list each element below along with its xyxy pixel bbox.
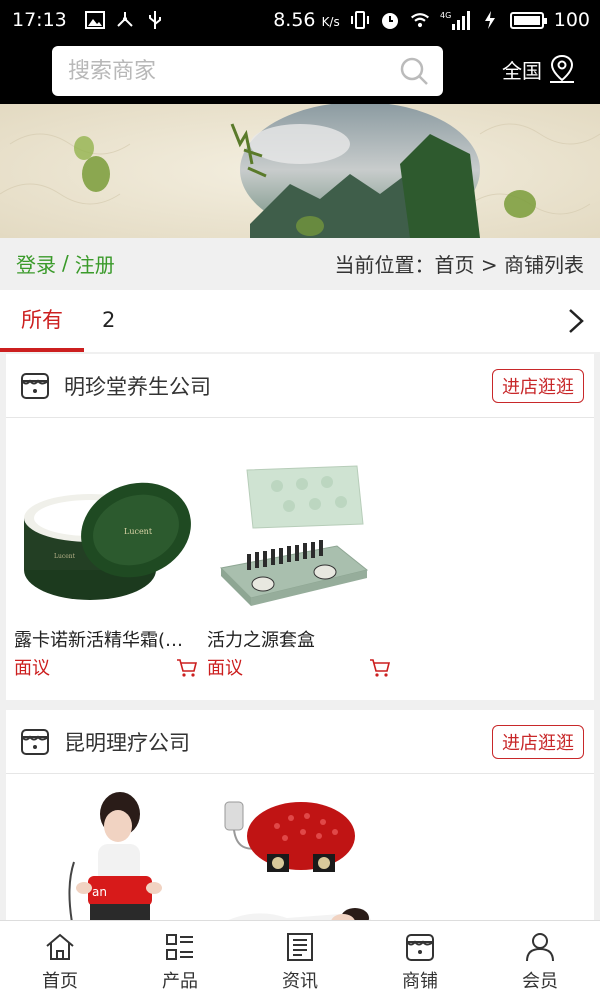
status-time: 17:13	[12, 9, 67, 31]
nav-label: 会员	[522, 971, 558, 992]
svg-text:Lucent: Lucent	[54, 553, 76, 560]
store-icon	[21, 728, 49, 755]
nav-label: 产品	[162, 971, 198, 992]
chevron-right-icon[interactable]	[564, 306, 588, 336]
network-speed: 8.56 K/s	[273, 9, 340, 31]
battery-level: 100	[553, 9, 590, 31]
shop-icon	[406, 934, 434, 961]
nav-item-shops[interactable]: 商铺	[360, 921, 480, 1000]
category-tabs: 所有 2	[0, 290, 600, 352]
search-icon[interactable]	[399, 56, 429, 86]
wifi-icon	[410, 10, 430, 30]
svg-text:an: an	[92, 885, 107, 899]
network-speed-value: 8.56	[273, 9, 316, 31]
nav-label: 首页	[42, 971, 78, 992]
network-type-label: 4G	[440, 11, 451, 20]
share-icon	[115, 10, 135, 30]
product-image: an	[68, 792, 162, 920]
shop-name[interactable]: 明珍堂养生公司	[64, 371, 211, 401]
charging-icon	[480, 10, 500, 30]
product-card[interactable]: Lucent Lucent 露卡诺新活精华霜(… 面议	[14, 458, 204, 680]
usb-icon	[145, 10, 165, 30]
product-image: Lucent Lucent	[24, 482, 191, 600]
product-name: 活力之源套盒	[207, 630, 315, 651]
register-link[interactable]: 注册	[75, 249, 115, 278]
signal-icon: 4G	[440, 10, 470, 30]
promo-banner[interactable]	[0, 104, 600, 238]
product-image	[224, 801, 371, 920]
nav-item-news[interactable]: 资讯	[240, 921, 360, 1000]
status-left: 17:13	[12, 9, 165, 31]
breadcrumb: 当前位置：首页 > 商铺列表	[334, 252, 584, 277]
shop-card: 昆明理疗公司 进店逛逛 an	[6, 710, 594, 920]
product-image	[219, 465, 369, 606]
region-label: 全国	[502, 58, 542, 83]
banner-image	[0, 104, 600, 238]
header: 全国	[0, 40, 600, 104]
product-card[interactable]: 活力之源套盒 面议	[207, 458, 397, 680]
nav-item-products[interactable]: 产品	[120, 921, 240, 1000]
list-icon	[166, 934, 193, 960]
visit-store-button[interactable]: 进店逛逛	[492, 724, 584, 759]
cart-icon[interactable]	[176, 658, 198, 678]
nav-item-member[interactable]: 会员	[480, 921, 600, 1000]
status-right: 8.56 K/s 4G 100	[273, 9, 590, 31]
home-icon	[46, 933, 74, 960]
nav-label: 资讯	[282, 971, 318, 992]
cart-icon[interactable]	[369, 658, 391, 678]
shop-header: 明珍堂养生公司 进店逛逛	[6, 354, 594, 418]
user-icon	[526, 933, 554, 962]
location-pin-icon	[550, 54, 574, 83]
breadcrumb-bar: 登录 / 注册 当前位置：首页 > 商铺列表	[0, 238, 600, 288]
news-icon	[287, 933, 313, 961]
shop-header: 昆明理疗公司 进店逛逛	[6, 710, 594, 774]
search-box[interactable]	[52, 46, 443, 96]
nav-item-home[interactable]: 首页	[0, 921, 120, 1000]
visit-store-button[interactable]: 进店逛逛	[492, 368, 584, 403]
login-link[interactable]: 登录	[16, 249, 56, 278]
network-speed-unit: K/s	[321, 15, 340, 29]
svg-text:Lucent: Lucent	[124, 527, 153, 536]
store-icon	[21, 372, 49, 399]
shop-name[interactable]: 昆明理疗公司	[64, 727, 190, 757]
tab-2[interactable]: 2	[102, 290, 115, 352]
battery-icon	[509, 11, 547, 29]
image-icon	[84, 10, 105, 30]
alarm-icon	[380, 10, 400, 30]
status-bar: 17:13 8.56 K/s 4G 100	[0, 0, 600, 40]
nav-label: 商铺	[402, 971, 438, 992]
vibrate-icon	[350, 10, 370, 30]
region-selector[interactable]: 全国	[502, 54, 576, 84]
tab-all[interactable]: 所有	[0, 290, 84, 352]
login-separator: /	[62, 251, 69, 275]
product-card[interactable]	[207, 792, 397, 920]
shop-card: 明珍堂养生公司 进店逛逛 Lucent Lucent 露卡诺新活精华霜(… 面议	[6, 354, 594, 700]
search-input[interactable]	[68, 58, 368, 84]
bottom-nav: 首页 产品 资讯 商铺 会员	[0, 920, 600, 1000]
product-card[interactable]: an	[14, 792, 204, 920]
product-name: 露卡诺新活精华霜(…	[14, 630, 184, 651]
